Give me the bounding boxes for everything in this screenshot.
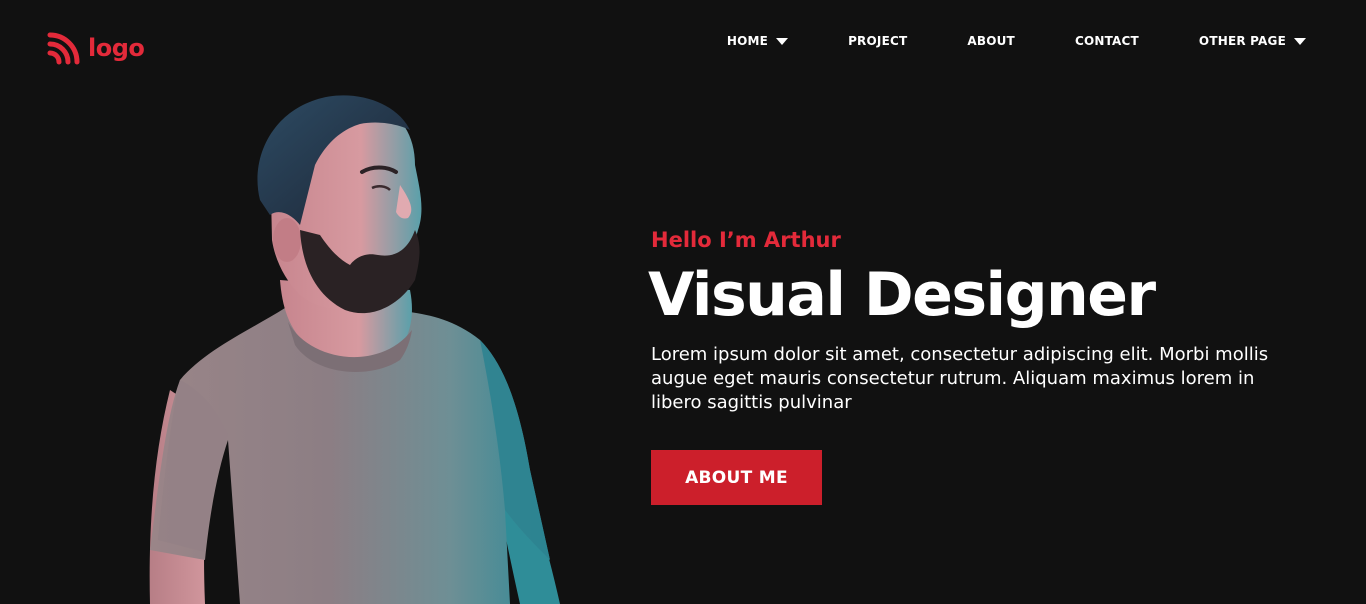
hero-portrait-image bbox=[110, 90, 580, 604]
portrait-illustration bbox=[149, 95, 560, 604]
nav-item-label: PROJECT bbox=[848, 34, 908, 48]
logo-text: logo bbox=[88, 33, 145, 62]
nav-item-home[interactable]: HOME bbox=[726, 34, 789, 48]
about-me-button[interactable]: ABOUT ME bbox=[651, 450, 822, 505]
nav-item-label: ABOUT bbox=[967, 34, 1015, 48]
page: logo HOME PROJECT ABOUT CONTACT OTHER PA… bbox=[0, 0, 1366, 604]
chevron-down-icon bbox=[1294, 37, 1306, 45]
nav-item-label: OTHER PAGE bbox=[1198, 34, 1286, 48]
rss-waves-icon bbox=[47, 32, 80, 65]
nav-item-label: CONTACT bbox=[1074, 34, 1139, 48]
main-nav: HOME PROJECT ABOUT CONTACT OTHER PAGE bbox=[727, 30, 1306, 52]
nav-item-label: HOME bbox=[726, 34, 769, 48]
nav-item-other-page[interactable]: OTHER PAGE bbox=[1199, 34, 1306, 48]
logo-link[interactable]: logo bbox=[46, 32, 145, 66]
hero-headline: Visual Designer bbox=[648, 260, 1156, 330]
hero-greeting: Hello I’m Arthur bbox=[651, 228, 841, 252]
nav-item-contact[interactable]: CONTACT bbox=[1075, 34, 1139, 48]
hero-content: Hello I’m Arthur Visual Designer Lorem i… bbox=[648, 228, 1311, 415]
nav-item-project[interactable]: PROJECT bbox=[848, 34, 907, 48]
chevron-down-icon bbox=[776, 37, 789, 45]
nav-item-about[interactable]: ABOUT bbox=[967, 34, 1015, 48]
hero-description: Lorem ipsum dolor sit amet, consectetur … bbox=[651, 344, 1269, 413]
